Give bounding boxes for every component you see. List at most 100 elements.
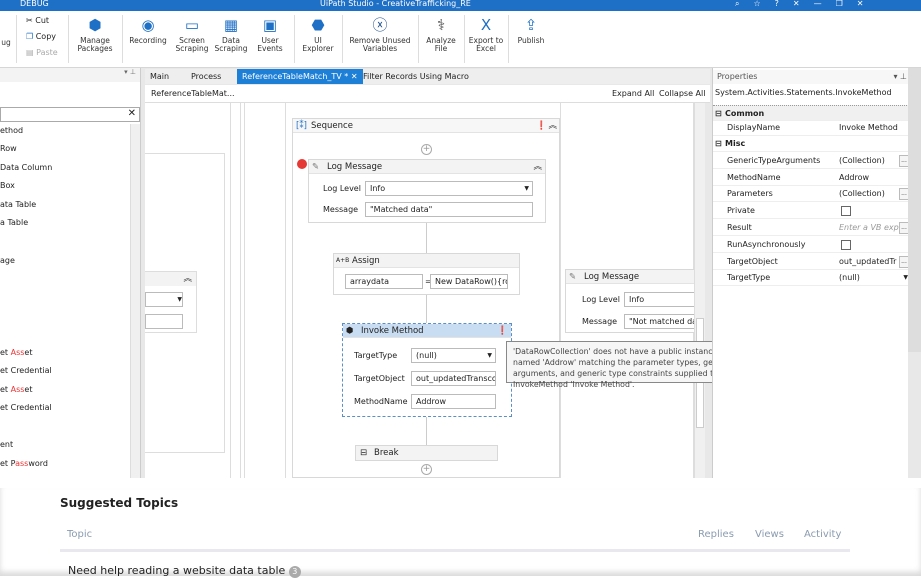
invoke-method-activity[interactable]: ⬢ Invoke Method ❗ TargetType (null) ▼ Targe… (342, 323, 512, 417)
data-scraping-button[interactable]: ▦ Data Scraping (212, 15, 250, 53)
category-common[interactable]: ⊟ Common (713, 105, 909, 121)
assign-activity[interactable]: A+B Assign arraydata = New DataRow(){ro (333, 253, 520, 295)
target-type-select[interactable]: (null) ▼ (411, 348, 496, 363)
properties-scrollbar[interactable] (908, 68, 921, 352)
assign-value-input[interactable]: New DataRow(){ro (430, 274, 508, 289)
collapse-all-button[interactable]: Collapse All (659, 85, 705, 103)
publish-button[interactable]: ⇪ Publish (512, 15, 550, 45)
replies-column-header[interactable]: Replies (698, 529, 734, 540)
property-row[interactable]: DisplayName Invoke Method (713, 120, 909, 136)
debug-menu[interactable]: DEBUG (20, 0, 49, 8)
expand-all-button[interactable]: Expand All (612, 85, 654, 103)
activity-item[interactable]: age (0, 256, 15, 265)
activity-item[interactable]: ent (0, 440, 13, 449)
tab-filter-records[interactable]: Filter Records Using Macro (358, 69, 474, 84)
breadcrumb[interactable]: ReferenceTableMat... (151, 85, 235, 103)
property-row[interactable]: TargetObject out_updatedTr... (713, 254, 909, 270)
activity-item[interactable]: Row (0, 144, 17, 153)
method-name-label: MethodName (354, 397, 408, 406)
property-row[interactable]: RunAsynchronously (713, 237, 909, 253)
ui-explorer-button[interactable]: ⬣ UI Explorer (298, 15, 338, 53)
activity-item[interactable]: et Asset (0, 385, 32, 394)
log-level-select[interactable]: Info (624, 292, 696, 307)
activity-item[interactable]: ata Table (0, 200, 36, 209)
log-icon: ✎ (569, 272, 577, 282)
log-level-select[interactable]: Info ▼ (365, 181, 533, 196)
error-icon[interactable]: ❗ (497, 324, 508, 338)
message-input[interactable]: "Matched data" (365, 202, 533, 217)
activity-item[interactable]: et Asset (0, 348, 32, 357)
activity-item[interactable]: et Password (0, 459, 48, 468)
log-level-label: Log Level (582, 295, 620, 304)
title-bar: DEBUG UiPath Studio - CreativeTraffickin… (0, 0, 921, 11)
chevron-down-icon: ▼ (487, 352, 492, 359)
add-activity-icon[interactable]: + (421, 464, 432, 475)
activities-scrollbar[interactable] (130, 124, 140, 478)
remove-unused-variables-button[interactable]: ⓧ Remove Unused Variables (346, 15, 414, 53)
collapse-icon[interactable]: ︽ (145, 272, 196, 286)
analyze-file-button[interactable]: ⚕ Analyze File (422, 15, 460, 53)
activity-item-text: et Credential (0, 403, 52, 412)
activity-item[interactable]: a Table (0, 218, 28, 227)
cut-button[interactable]: ✂ Cut (26, 16, 49, 25)
views-column-header[interactable]: Views (755, 529, 784, 540)
tab-reference-table-match[interactable]: ReferenceTableMatch_TV * ✕ (237, 69, 363, 84)
activity-column-header[interactable]: Activity (804, 529, 841, 540)
collapse-icon[interactable]: ︽ (533, 160, 542, 174)
pin-icon[interactable]: ▾ ⊥ (893, 70, 907, 84)
manage-packages-button[interactable]: ⬢ Manage Packages (74, 15, 116, 53)
message-input[interactable]: "Not matched dat (624, 314, 696, 329)
activity-item[interactable]: et Credential (0, 403, 52, 412)
add-activity-icon[interactable]: + (421, 144, 432, 155)
breakpoint-icon[interactable] (297, 159, 307, 169)
close-icon[interactable]: ✕ (128, 108, 136, 119)
activity-item[interactable]: Box (0, 181, 15, 190)
window-title: UiPath Studio - CreativeTrafficking_RE (320, 0, 471, 8)
break-activity[interactable]: ⊟ Break (355, 445, 498, 461)
designer-canvas: ︽ ▼ [⁑] Sequence ❗ ︽ + ✎ Log Message ︽ Log L… (145, 103, 705, 478)
topic-column-header[interactable]: Topic (67, 529, 92, 540)
break-icon: ⊟ (360, 448, 368, 458)
property-row[interactable]: Parameters (Collection)... (713, 186, 909, 203)
category-misc[interactable]: ⊟ Misc (713, 136, 909, 152)
property-row[interactable]: Result Enter a VB exp... (713, 220, 909, 236)
method-name-input[interactable]: Addrow (411, 394, 496, 409)
recording-button[interactable]: ◉ Recording (126, 15, 170, 45)
activity-item[interactable]: et Credential (0, 366, 52, 375)
assign-to-input[interactable]: arraydata (345, 274, 423, 289)
target-type-label: TargetType (354, 351, 398, 360)
copy-button[interactable]: ❐ Copy (26, 32, 56, 41)
checkbox[interactable] (841, 239, 851, 250)
warning-icon[interactable]: ❗ (536, 119, 547, 133)
screen-scraping-button[interactable]: ▭ Screen Scraping (172, 15, 212, 53)
invoke-icon: ⬢ (346, 326, 354, 336)
debug-button[interactable]: ug (0, 39, 12, 47)
property-row[interactable]: TargetType (null) ▼ (713, 270, 909, 287)
target-object-label: TargetObject (354, 374, 405, 383)
tab-process[interactable]: Process (186, 69, 226, 84)
window-controls[interactable]: ⌕☆?✕—❐✕ (735, 0, 877, 8)
export-to-excel-button[interactable]: X Export to Excel (466, 15, 506, 53)
unread-badge: 3 (288, 566, 301, 578)
canvas-scrollbar[interactable] (694, 103, 705, 478)
tab-main[interactable]: Main (145, 69, 174, 84)
activity-item[interactable]: ethod (0, 126, 23, 135)
log-message-activity-2[interactable]: ✎ Log Message Log Level Info Message "Not… (565, 269, 696, 333)
property-row[interactable]: MethodName Addrow (713, 170, 909, 186)
log-message-activity[interactable]: ✎ Log Message ︽ Log Level Info ▼ Message "M… (308, 159, 546, 223)
collapse-icon[interactable]: ︽ (548, 119, 557, 133)
activities-search-input[interactable]: ✕ (0, 107, 140, 122)
property-row[interactable]: Private (713, 203, 909, 220)
paste-button[interactable]: ▤ Paste (26, 48, 58, 57)
ui-explorer-icon: ⬣ (311, 16, 325, 34)
user-events-button[interactable]: ▣ User Events (250, 15, 290, 53)
remove-icon: ⓧ (372, 16, 388, 34)
activity-item-text: et (0, 348, 11, 357)
activity-item[interactable]: Data Column (0, 163, 52, 172)
close-tab-icon[interactable]: ✕ (351, 72, 358, 81)
collapse-icon: ⊟ (715, 139, 722, 148)
activity-item-text: word (28, 459, 48, 468)
checkbox[interactable] (841, 206, 851, 217)
property-row[interactable]: GenericTypeArguments (Collection)... (713, 153, 909, 169)
target-object-input[interactable]: out_updatedTransco (411, 371, 496, 386)
